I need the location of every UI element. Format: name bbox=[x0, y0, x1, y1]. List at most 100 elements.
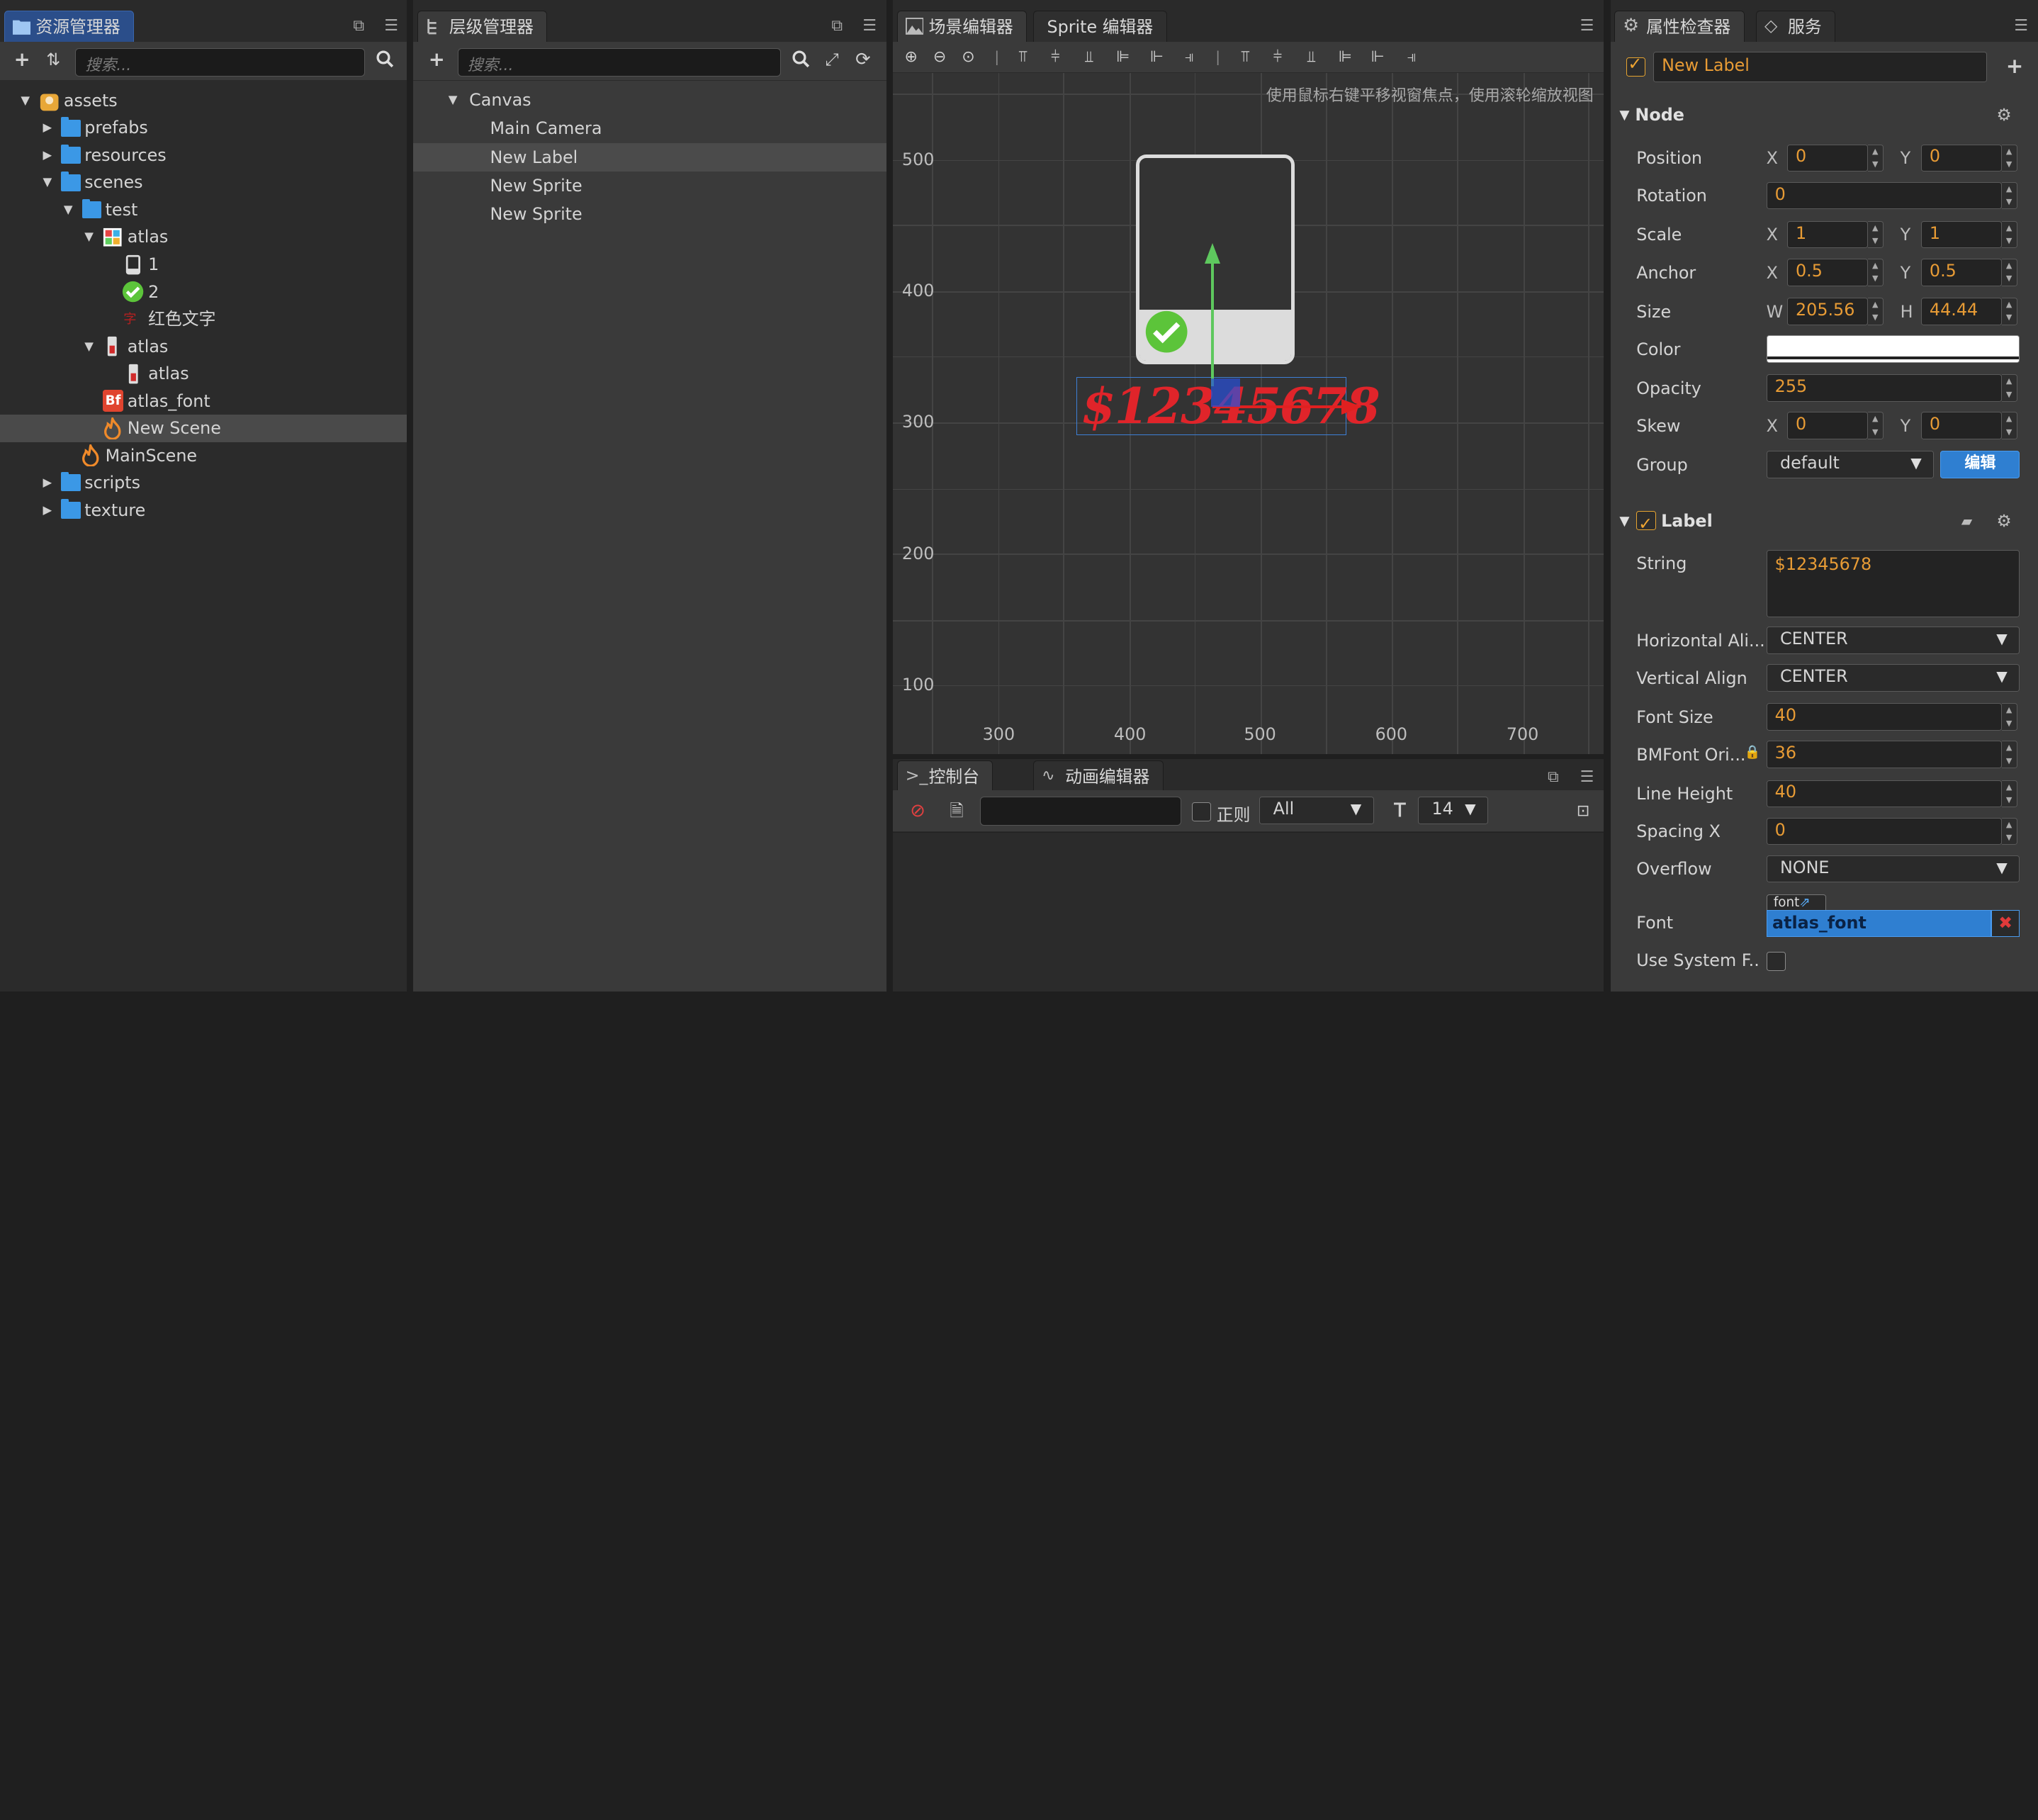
stepper-icon[interactable]: ▲ ▼ bbox=[2001, 220, 2017, 249]
gear-icon[interactable]: ⚙ bbox=[1996, 505, 2011, 539]
rotation-input[interactable]: 0 bbox=[1766, 181, 2002, 210]
scene-viewport[interactable]: 使用鼠标右键平移视窗焦点，使用滚轮缩放视图 500 400 300 200 10… bbox=[893, 72, 1604, 754]
position-x-input[interactable]: 0 bbox=[1787, 144, 1868, 172]
refresh-icon[interactable]: ⟳ bbox=[852, 49, 873, 70]
caret-right-icon[interactable]: ▶ bbox=[43, 497, 56, 524]
align-left-icon[interactable]: ⊫ bbox=[1113, 47, 1133, 67]
list-item[interactable]: ▶ texture bbox=[0, 497, 407, 524]
zoom-reset-icon[interactable]: ⊙ bbox=[958, 47, 979, 67]
clear-icon[interactable]: ⊘ bbox=[907, 800, 928, 821]
menu-icon[interactable]: ☰ bbox=[2013, 18, 2029, 34]
distribute-vcenter-icon[interactable]: ⫩ bbox=[1267, 47, 1288, 67]
gizmo-y-axis[interactable] bbox=[1211, 253, 1215, 386]
gizmo-center-handle[interactable] bbox=[1211, 378, 1240, 408]
group-select[interactable]: default ▼ bbox=[1766, 451, 1935, 478]
distribute-left-icon[interactable]: ⊫ bbox=[1335, 47, 1356, 67]
node-new-sprite[interactable]: New Sprite bbox=[413, 200, 886, 228]
use-system-font-checkbox[interactable] bbox=[1766, 951, 1786, 972]
stepper-icon[interactable]: ▲ ▼ bbox=[2001, 181, 2017, 210]
stepper-icon[interactable]: ▲ ▼ bbox=[2001, 703, 2017, 731]
menu-icon[interactable]: ☰ bbox=[862, 18, 877, 34]
stepper-icon[interactable]: ▲ ▼ bbox=[2001, 259, 2017, 286]
list-item[interactable]: ▶ prefabs bbox=[0, 114, 407, 142]
stepper-icon[interactable]: ▲ ▼ bbox=[1867, 298, 1884, 325]
list-item[interactable]: ▶ resources bbox=[0, 142, 407, 169]
node-new-label[interactable]: New Label bbox=[413, 142, 886, 172]
gizmo-y-arrow-icon[interactable] bbox=[1205, 243, 1221, 264]
menu-icon[interactable]: ☰ bbox=[1580, 769, 1595, 785]
list-item[interactable]: 2 bbox=[0, 279, 407, 306]
label-enabled-checkbox[interactable] bbox=[1636, 507, 1656, 541]
stepper-icon[interactable]: ▲ ▼ bbox=[1867, 259, 1884, 286]
node-canvas[interactable]: ▼ Canvas bbox=[413, 86, 886, 114]
font-size-input[interactable]: 40 bbox=[1766, 703, 2002, 731]
opacity-input[interactable]: 255 bbox=[1766, 374, 2002, 402]
stepper-icon[interactable]: ▲ ▼ bbox=[2001, 741, 2017, 768]
search-icon[interactable] bbox=[374, 50, 395, 70]
list-item[interactable]: New Scene bbox=[0, 415, 407, 442]
scale-y-input[interactable]: 1 bbox=[1920, 220, 2002, 249]
spacing-x-input[interactable]: 0 bbox=[1766, 817, 2002, 846]
stepper-icon[interactable]: ▲ ▼ bbox=[1867, 144, 1884, 172]
list-item[interactable]: MainScene bbox=[0, 442, 407, 470]
caret-right-icon[interactable]: ▶ bbox=[43, 114, 56, 142]
console-filter-input[interactable] bbox=[979, 797, 1182, 826]
add-component-icon[interactable]: + bbox=[2004, 55, 2025, 77]
open-log-icon[interactable]: 🗎 bbox=[946, 801, 967, 821]
size-w-input[interactable]: 205.56 bbox=[1787, 298, 1868, 325]
skew-x-input[interactable]: 0 bbox=[1787, 412, 1868, 439]
log-level-select[interactable]: All ▼ bbox=[1259, 797, 1374, 824]
anchor-x-input[interactable]: 0.5 bbox=[1787, 259, 1868, 286]
node-main-camera[interactable]: Main Camera bbox=[413, 114, 886, 142]
caret-down-icon[interactable]: ▼ bbox=[64, 196, 77, 224]
caret-down-icon[interactable]: ▼ bbox=[84, 223, 97, 251]
stepper-icon[interactable]: ▲ ▼ bbox=[2001, 144, 2017, 172]
node-name-input[interactable]: New Label bbox=[1653, 52, 1988, 82]
popout-icon[interactable]: ⧉ bbox=[829, 18, 845, 34]
popout-icon[interactable]: ⧉ bbox=[351, 18, 366, 34]
popout-icon[interactable]: ⧉ bbox=[1546, 769, 1561, 785]
font-asset-field[interactable]: atlas_font bbox=[1766, 909, 1991, 938]
zoom-in-icon[interactable]: ⊕ bbox=[901, 47, 921, 67]
tab-assets[interactable]: 资源管理器 bbox=[4, 10, 134, 42]
add-icon[interactable]: + bbox=[427, 49, 447, 70]
size-h-input[interactable]: 44.44 bbox=[1920, 298, 2002, 325]
font-size-select[interactable]: 14 ▼ bbox=[1418, 797, 1489, 824]
stepper-icon[interactable]: ▲ ▼ bbox=[2001, 374, 2017, 402]
stepper-icon[interactable]: ▲ ▼ bbox=[1867, 220, 1884, 249]
scale-x-input[interactable]: 1 bbox=[1787, 220, 1868, 249]
node-new-sprite[interactable]: New Sprite bbox=[413, 172, 886, 200]
tab-scene-editor[interactable]: 场景编辑器 bbox=[896, 10, 1028, 42]
gear-icon[interactable]: ⚙ bbox=[1996, 99, 2011, 133]
tab-hierarchy[interactable]: 层级管理器 bbox=[417, 10, 548, 42]
regex-checkbox[interactable] bbox=[1191, 802, 1212, 822]
align-top-icon[interactable]: ⫪ bbox=[1013, 47, 1033, 67]
stepper-icon[interactable]: ▲ ▼ bbox=[2001, 412, 2017, 439]
tab-inspector[interactable]: ⚙ 属性检查器 bbox=[1614, 10, 1745, 42]
menu-icon[interactable]: ☰ bbox=[1580, 18, 1595, 34]
collapse-icon[interactable]: ⊡ bbox=[1572, 801, 1593, 821]
align-hcenter-icon[interactable]: ⊩ bbox=[1147, 47, 1167, 67]
distribute-bottom-icon[interactable]: ⫫ bbox=[1301, 47, 1322, 67]
help-book-icon[interactable]: ▰ bbox=[1961, 505, 1973, 539]
tab-services[interactable]: ◇ 服务 bbox=[1755, 10, 1835, 42]
h-align-select[interactable]: CENTER ▼ bbox=[1766, 627, 2020, 654]
distribute-top-icon[interactable]: ⫪ bbox=[1234, 47, 1255, 67]
line-height-input[interactable]: 40 bbox=[1766, 780, 2002, 808]
list-item[interactable]: 1 bbox=[0, 251, 407, 279]
edit-group-button[interactable]: 编辑 bbox=[1940, 451, 2020, 478]
zoom-out-icon[interactable]: ⊖ bbox=[929, 47, 950, 67]
stepper-icon[interactable]: ▲ ▼ bbox=[1867, 412, 1884, 439]
align-vcenter-icon[interactable]: ⫩ bbox=[1045, 47, 1066, 67]
caret-down-icon[interactable]: ▼ bbox=[449, 86, 461, 114]
list-item[interactable]: ▼ scenes bbox=[0, 169, 407, 196]
node-section-header[interactable]: ▼ Node ⚙ bbox=[1611, 99, 2038, 133]
v-align-select[interactable]: CENTER ▼ bbox=[1766, 664, 2020, 692]
add-icon[interactable]: + bbox=[12, 49, 33, 70]
stepper-icon[interactable]: ▲ ▼ bbox=[2001, 780, 2017, 808]
distribute-right-icon[interactable]: ⫣ bbox=[1401, 47, 1421, 67]
caret-right-icon[interactable]: ▶ bbox=[43, 142, 56, 169]
tab-console[interactable]: >_ 控制台 bbox=[896, 760, 993, 792]
clear-font-icon[interactable]: ✖ bbox=[1991, 909, 2020, 938]
expand-icon[interactable]: ⤢ bbox=[821, 50, 842, 70]
